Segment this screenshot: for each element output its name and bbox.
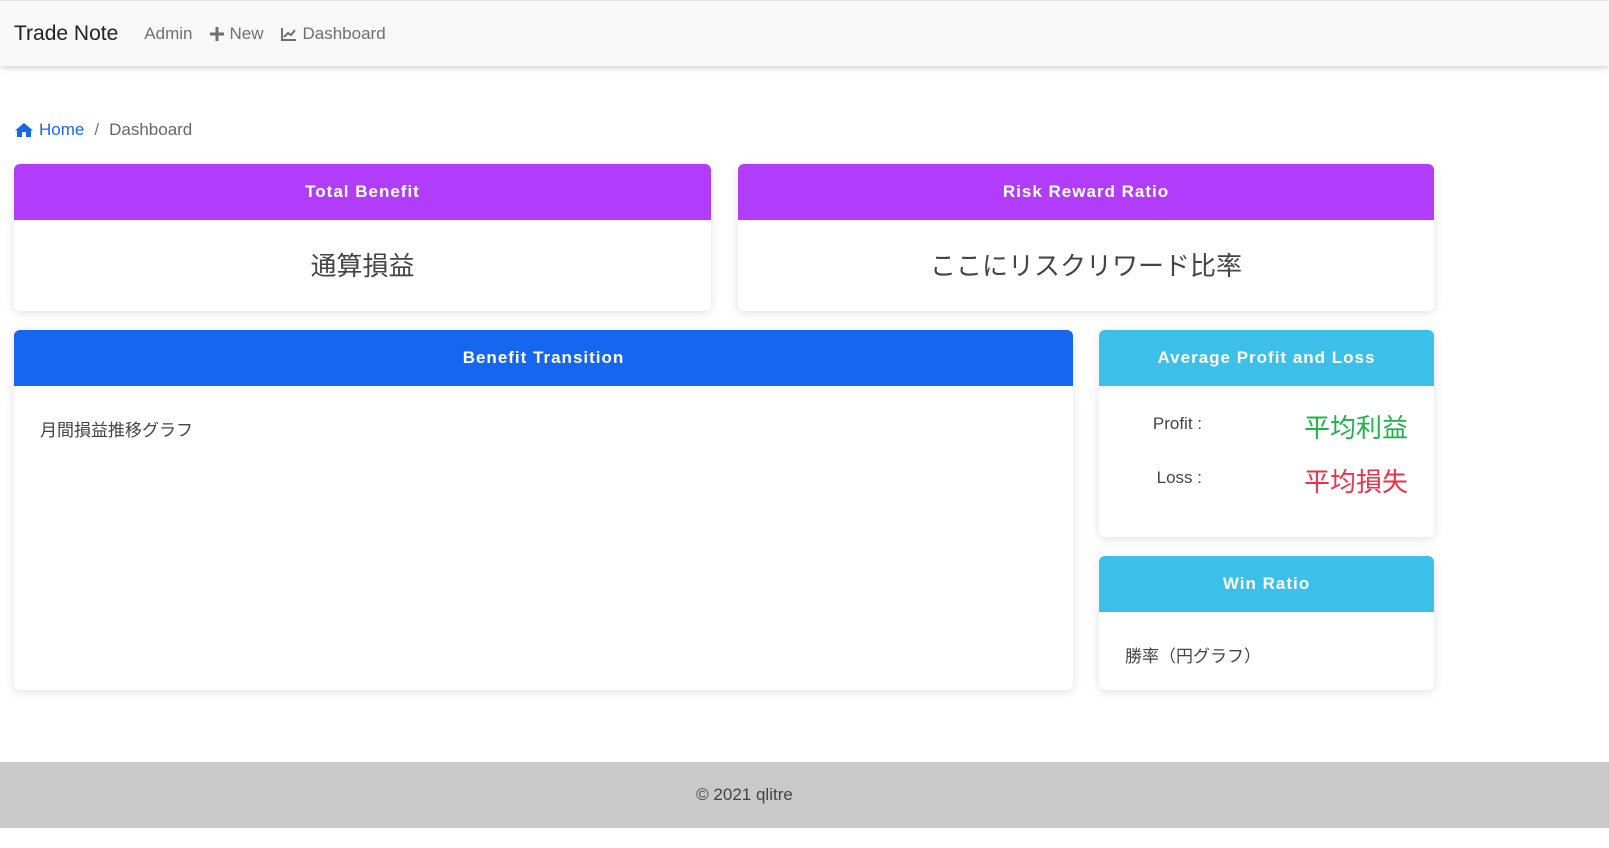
loss-label: Loss : bbox=[1156, 468, 1202, 487]
profit-value: 平均利益 bbox=[1304, 413, 1409, 443]
footer-copyright: © 2021 qlitre bbox=[696, 785, 793, 804]
total-benefit-header: Total Benefit bbox=[14, 164, 711, 220]
total-benefit-value: 通算損益 bbox=[310, 251, 415, 281]
win-ratio-header: Win Ratio bbox=[1099, 556, 1434, 612]
risk-reward-value: ここにリスクリワード比率 bbox=[929, 251, 1242, 281]
home-icon bbox=[15, 123, 33, 137]
breadcrumb-separator: / bbox=[94, 120, 100, 139]
loss-value: 平均損失 bbox=[1304, 467, 1409, 497]
nav-admin-link[interactable]: Admin bbox=[144, 24, 192, 44]
nav-new-label: New bbox=[229, 23, 264, 43]
breadcrumb-home-link[interactable]: Home bbox=[14, 120, 84, 140]
risk-reward-header: Risk Reward Ratio bbox=[738, 164, 1434, 220]
navbar: Trade Note Admin New Dashboard bbox=[0, 0, 1609, 66]
line-chart-icon bbox=[281, 27, 297, 41]
risk-reward-card: Risk Reward Ratio ここにリスクリワード比率 bbox=[738, 164, 1434, 311]
nav-admin-label: Admin bbox=[144, 23, 193, 43]
benefit-transition-header: Benefit Transition bbox=[14, 330, 1073, 386]
total-benefit-card: Total Benefit 通算損益 bbox=[14, 164, 711, 311]
breadcrumb: Home / Dashboard bbox=[14, 120, 192, 140]
profit-row: Profit : 平均利益 bbox=[1099, 398, 1434, 452]
profit-label: Profit : bbox=[1152, 414, 1202, 433]
plus-icon bbox=[210, 26, 225, 41]
nav-dashboard-label: Dashboard bbox=[302, 23, 386, 43]
benefit-transition-text: 月間損益推移グラフ bbox=[40, 421, 193, 440]
nav-new-link[interactable]: New bbox=[210, 24, 263, 44]
win-ratio-text: 勝率（円グラフ） bbox=[1125, 647, 1261, 666]
breadcrumb-home-label: Home bbox=[39, 120, 85, 139]
avg-profit-loss-header: Average Profit and Loss bbox=[1099, 330, 1434, 386]
win-ratio-card: Win Ratio 勝率（円グラフ） bbox=[1099, 556, 1434, 690]
brand[interactable]: Trade Note bbox=[14, 22, 118, 46]
nav-dashboard-link[interactable]: Dashboard bbox=[281, 23, 386, 44]
avg-profit-loss-card: Average Profit and Loss Profit : 平均利益 Lo… bbox=[1099, 330, 1434, 537]
breadcrumb-current: Dashboard bbox=[109, 120, 193, 139]
loss-row: Loss : 平均損失 bbox=[1099, 452, 1434, 506]
footer: © 2021 qlitre bbox=[0, 762, 1609, 828]
benefit-transition-card: Benefit Transition 月間損益推移グラフ bbox=[14, 330, 1073, 690]
